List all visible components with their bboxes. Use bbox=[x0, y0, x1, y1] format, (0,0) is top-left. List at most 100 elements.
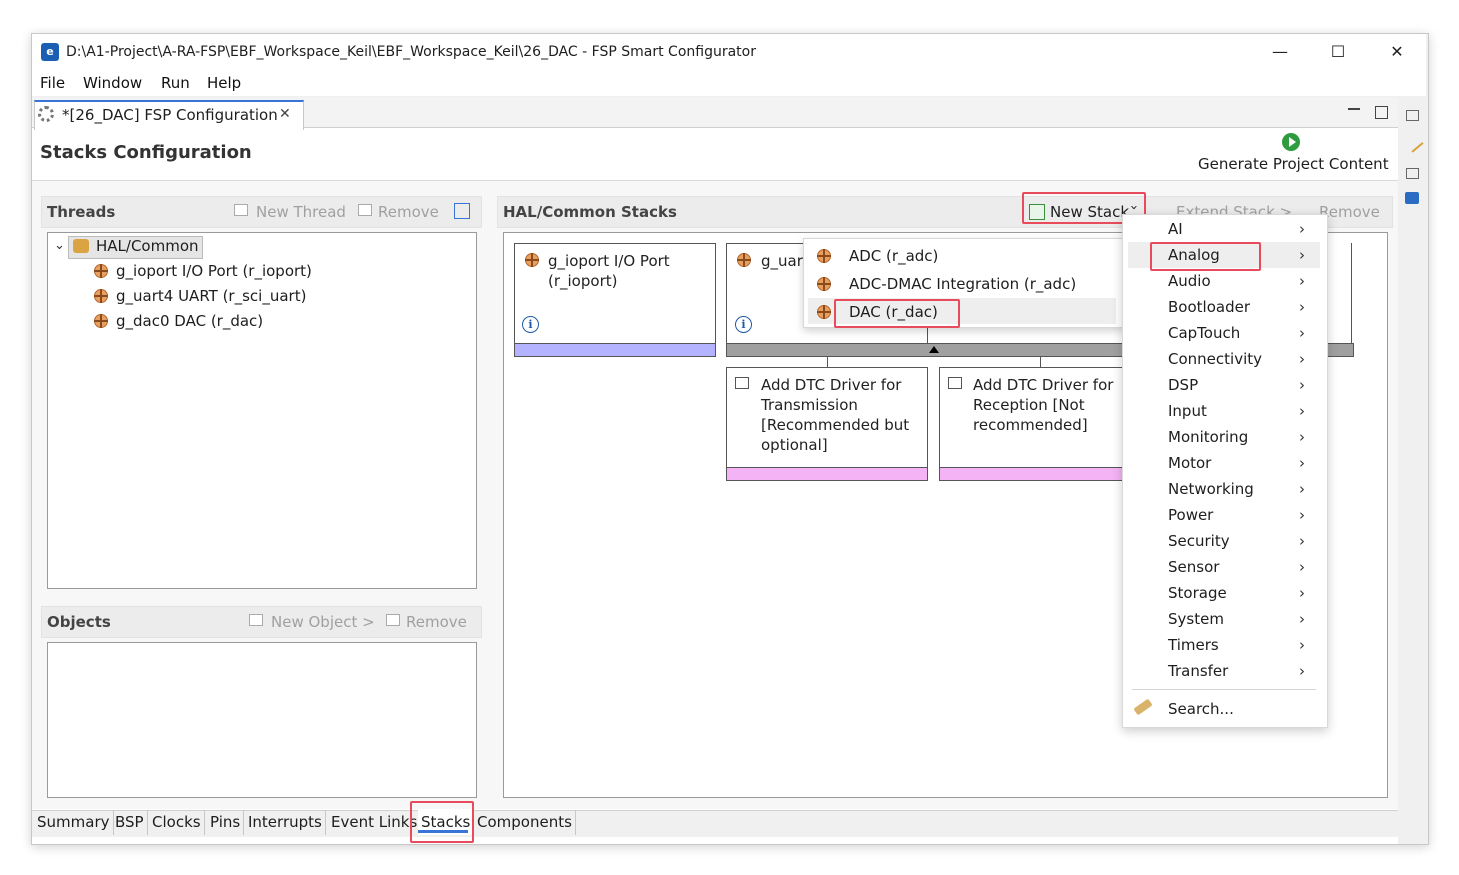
tab-pins[interactable]: Pins bbox=[207, 810, 245, 835]
dtc-rx-line1: Add DTC Driver for bbox=[973, 376, 1114, 394]
chevron-right-icon: › bbox=[1299, 324, 1305, 342]
tab-components[interactable]: Components bbox=[474, 810, 576, 835]
info-icon[interactable]: i bbox=[522, 316, 539, 333]
module-icon bbox=[817, 277, 831, 291]
chevron-down-icon[interactable]: ⌄ bbox=[54, 238, 65, 253]
card-ioport-line2: (r_ioport) bbox=[548, 272, 618, 290]
window-title: D:\A1-Project\A-RA-FSP\EBF_Workspace_Kei… bbox=[66, 44, 756, 60]
gear-icon bbox=[38, 106, 54, 122]
tab-interrupts[interactable]: Interrupts bbox=[245, 810, 326, 835]
category-storage[interactable]: Storage bbox=[1168, 584, 1227, 602]
category-networking[interactable]: Networking bbox=[1168, 480, 1254, 498]
module-icon bbox=[817, 305, 831, 319]
info-icon[interactable]: i bbox=[735, 316, 752, 333]
collapse-all-icon[interactable] bbox=[454, 203, 470, 219]
app-icon: e bbox=[41, 43, 59, 61]
module-icon bbox=[817, 249, 831, 263]
minimize-button[interactable]: — bbox=[1265, 40, 1295, 64]
tree-item-dac[interactable]: g_dac0 DAC (r_dac) bbox=[116, 312, 263, 330]
chevron-right-icon: › bbox=[1299, 610, 1305, 628]
minimize-view-icon[interactable] bbox=[1348, 108, 1360, 110]
tree-item-ioport[interactable]: g_ioport I/O Port (r_ioport) bbox=[116, 262, 312, 280]
category-audio[interactable]: Audio bbox=[1168, 272, 1211, 290]
menu-help[interactable]: Help bbox=[207, 74, 241, 92]
category-power[interactable]: Power bbox=[1168, 506, 1213, 524]
new-thread-button[interactable]: New Thread bbox=[256, 203, 346, 221]
menu-window[interactable]: Window bbox=[83, 74, 142, 92]
category-sensor[interactable]: Sensor bbox=[1168, 558, 1219, 576]
connector-line bbox=[1040, 356, 1041, 367]
tab-clocks[interactable]: Clocks bbox=[149, 810, 205, 835]
dtc-tx-bar bbox=[726, 467, 928, 481]
menu-adc[interactable]: ADC (r_adc) bbox=[849, 247, 938, 265]
play-icon[interactable] bbox=[1282, 133, 1300, 151]
add-module-icon bbox=[948, 377, 962, 389]
category-connectivity[interactable]: Connectivity bbox=[1168, 350, 1262, 368]
threads-title: Threads bbox=[47, 203, 116, 221]
category-captouch[interactable]: CapTouch bbox=[1168, 324, 1240, 342]
module-icon bbox=[94, 264, 108, 278]
close-window-button[interactable]: ✕ bbox=[1382, 40, 1412, 64]
chevron-right-icon: › bbox=[1299, 558, 1305, 576]
maximize-button[interactable]: ☐ bbox=[1323, 40, 1353, 64]
category-analog[interactable]: Analog bbox=[1168, 246, 1220, 264]
menu-run[interactable]: Run bbox=[161, 74, 190, 92]
chevron-right-icon: › bbox=[1299, 506, 1305, 524]
category-monitoring[interactable]: Monitoring bbox=[1168, 428, 1248, 446]
new-object-button[interactable]: New Object > bbox=[271, 613, 375, 631]
tab-bsp[interactable]: BSP bbox=[112, 810, 148, 835]
objects-title: Objects bbox=[47, 613, 111, 631]
category-system[interactable]: System bbox=[1168, 610, 1224, 628]
objects-list bbox=[47, 642, 477, 798]
console-icon[interactable] bbox=[1405, 192, 1419, 204]
category-motor[interactable]: Motor bbox=[1168, 454, 1211, 472]
category-input[interactable]: Input bbox=[1168, 402, 1207, 420]
dtc-tx-line2: Transmission bbox=[761, 396, 858, 414]
category-ai[interactable]: AI bbox=[1168, 220, 1183, 238]
tab-event-links[interactable]: Event Links bbox=[328, 810, 422, 835]
remove-thread-icon bbox=[358, 204, 372, 216]
category-timers[interactable]: Timers bbox=[1168, 636, 1219, 654]
menu-separator bbox=[1132, 689, 1316, 690]
chevron-right-icon: › bbox=[1299, 246, 1305, 264]
dtc-tx-line4: optional] bbox=[761, 436, 828, 454]
restore-view-icon[interactable] bbox=[1406, 110, 1419, 121]
category-bootloader[interactable]: Bootloader bbox=[1168, 298, 1250, 316]
collapse-arrow-icon[interactable] bbox=[929, 346, 939, 353]
menu-adc-dmac[interactable]: ADC-DMAC Integration (r_adc) bbox=[849, 275, 1076, 293]
module-icon bbox=[737, 253, 751, 267]
restore-view-icon[interactable] bbox=[1406, 168, 1419, 179]
connector-line bbox=[827, 356, 828, 367]
tree-item-uart[interactable]: g_uart4 UART (r_sci_uart) bbox=[116, 287, 306, 305]
remove-thread-button[interactable]: Remove bbox=[378, 203, 439, 221]
card-ioport-bar bbox=[514, 343, 716, 357]
tab-summary[interactable]: Summary bbox=[34, 810, 114, 835]
dtc-rx-line3: recommended] bbox=[973, 416, 1088, 434]
chevron-right-icon: › bbox=[1299, 662, 1305, 680]
tab-close-icon[interactable]: ✕ bbox=[279, 106, 291, 122]
chevron-right-icon: › bbox=[1299, 636, 1305, 654]
new-object-icon bbox=[249, 614, 263, 626]
category-transfer[interactable]: Transfer bbox=[1168, 662, 1228, 680]
page-title: Stacks Configuration bbox=[40, 142, 252, 163]
dtc-rx-line2: Reception [Not bbox=[973, 396, 1085, 414]
category-search[interactable]: Search... bbox=[1168, 700, 1234, 718]
remove-stack-button[interactable]: Remove bbox=[1319, 203, 1380, 221]
chevron-right-icon: › bbox=[1299, 298, 1305, 316]
maximize-view-icon[interactable] bbox=[1375, 106, 1388, 119]
menu-file[interactable]: File bbox=[40, 74, 65, 92]
dtc-rx-bar bbox=[939, 467, 1141, 481]
module-icon bbox=[525, 253, 539, 267]
remove-object-icon bbox=[386, 614, 400, 626]
card-ioport-line1: g_ioport I/O Port bbox=[548, 252, 670, 270]
new-thread-icon bbox=[234, 204, 248, 216]
stacks-title: HAL/Common Stacks bbox=[503, 203, 677, 221]
remove-object-button[interactable]: Remove bbox=[406, 613, 467, 631]
card-uart-line1: g_uar bbox=[761, 252, 803, 270]
generate-project-content-button[interactable]: Generate Project Content bbox=[1198, 155, 1389, 173]
dac-highlight bbox=[834, 299, 960, 328]
category-security[interactable]: Security bbox=[1168, 532, 1230, 550]
category-dsp[interactable]: DSP bbox=[1168, 376, 1198, 394]
right-toolbar bbox=[1399, 97, 1426, 843]
add-module-icon bbox=[735, 377, 749, 389]
